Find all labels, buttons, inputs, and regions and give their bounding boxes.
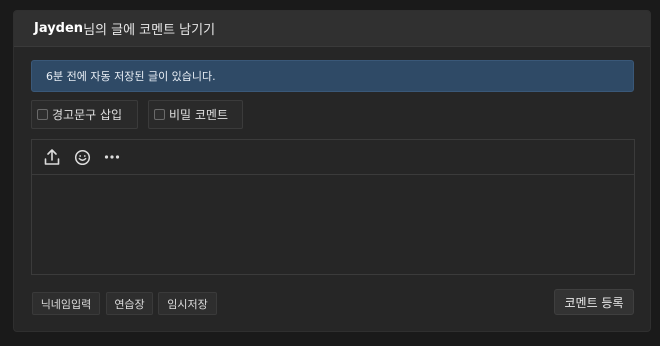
warning-insert-checkbox[interactable]: 경고문구 삽입 (31, 100, 138, 129)
temp-save-button[interactable]: 임시저장 (158, 292, 217, 315)
panel-header: Jayden 님의 글에 코멘트 남기기 (14, 11, 650, 47)
more-icon[interactable] (102, 147, 122, 167)
checkbox-icon[interactable] (154, 109, 165, 120)
autosave-notice[interactable]: 6분 전에 자동 저장된 글이 있습니다. (31, 60, 634, 92)
emoji-icon[interactable] (72, 147, 92, 167)
practice-button[interactable]: 연습장 (106, 292, 153, 315)
secret-comment-label: 비밀 코멘트 (169, 108, 229, 122)
header-title: 님의 글에 코멘트 남기기 (83, 23, 216, 38)
nickname-input-button[interactable]: 닉네임입력 (32, 292, 100, 315)
submit-comment-button[interactable]: 코멘트 등록 (554, 289, 634, 315)
autosave-notice-text: 6분 전에 자동 저장된 글이 있습니다. (46, 70, 216, 83)
upload-icon[interactable] (42, 147, 62, 167)
comment-panel: Jayden 님의 글에 코멘트 남기기 6분 전에 자동 저장된 글이 있습니다… (13, 10, 651, 332)
comment-editor (31, 139, 635, 275)
editor-toolbar (32, 140, 634, 175)
comment-textarea[interactable] (32, 175, 634, 274)
secret-comment-checkbox[interactable]: 비밀 코멘트 (148, 100, 243, 129)
warning-insert-label: 경고문구 삽입 (52, 108, 123, 122)
author-name: Jayden (34, 21, 84, 36)
checkbox-icon[interactable] (37, 109, 48, 120)
